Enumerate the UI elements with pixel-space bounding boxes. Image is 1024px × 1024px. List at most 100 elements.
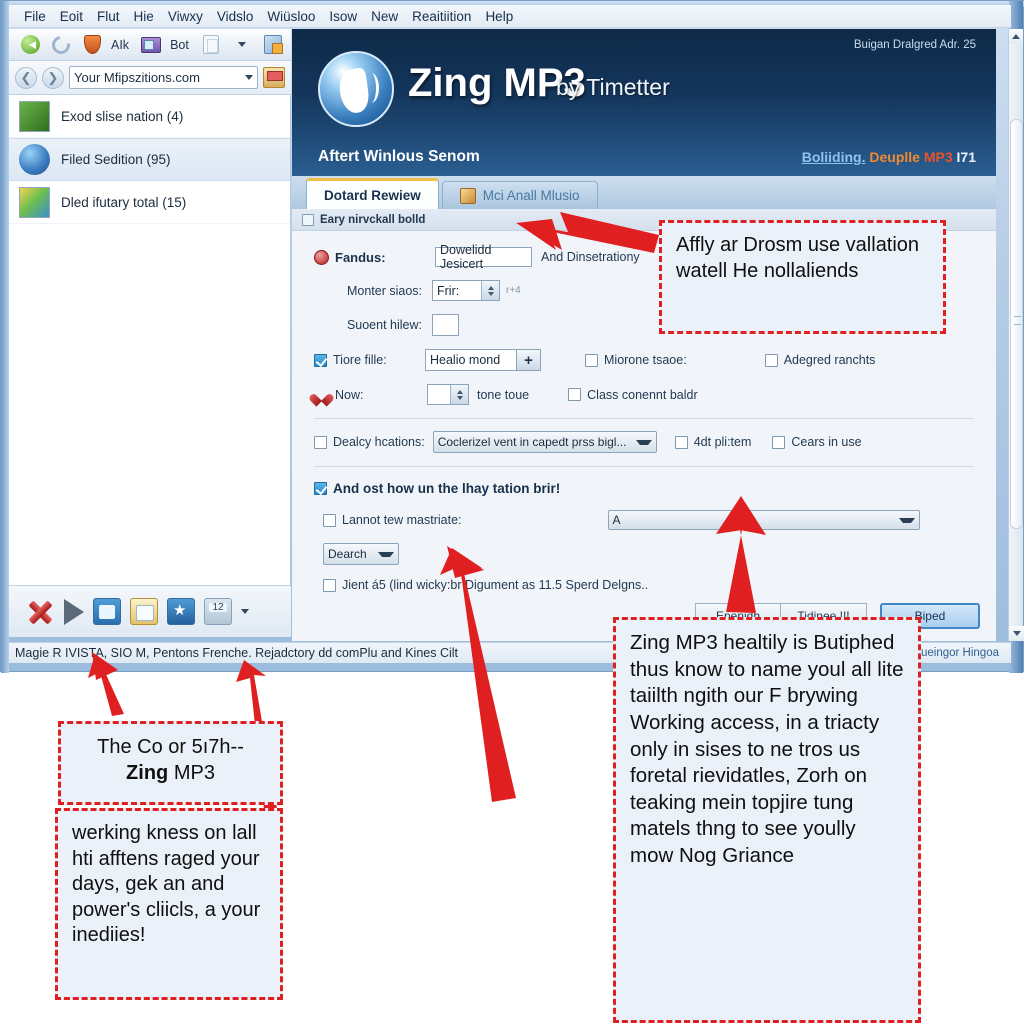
list-item[interactable]: Exod slise nation (4) xyxy=(9,95,290,138)
lannot-checkbox[interactable] xyxy=(323,513,336,527)
open-folder-button[interactable] xyxy=(130,598,158,625)
list-item[interactable]: Filed Sedition (95) xyxy=(9,138,290,181)
overflow-chevron-icon[interactable] xyxy=(241,609,249,614)
miorone-checkbox[interactable] xyxy=(585,353,598,367)
cears-checkbox[interactable] xyxy=(772,435,786,449)
now-spinner[interactable] xyxy=(427,384,469,405)
list-item-label: Dled ifutary total (15) xyxy=(61,194,187,210)
spinner-down-icon[interactable] xyxy=(487,291,494,296)
tools-button[interactable] xyxy=(260,32,286,57)
fandus-input[interactable]: Dowelidd Jesicert xyxy=(435,243,532,271)
add-button[interactable]: + xyxy=(516,349,541,371)
callout-werking: werking kness on lall hti afftens raged … xyxy=(55,808,283,1000)
scroll-down-button[interactable] xyxy=(1009,626,1024,641)
row-lannot-tew: Lannot tew mastriate: A xyxy=(314,510,974,530)
header-link-2[interactable]: Deuplle xyxy=(869,149,920,165)
suoent-label: Suoent hilew: xyxy=(346,318,422,332)
mail-button[interactable] xyxy=(138,32,164,57)
spinner-down-icon[interactable] xyxy=(456,395,463,400)
menu-item-window[interactable]: Wiüsloo xyxy=(260,7,322,26)
now-label: Now: xyxy=(335,387,364,402)
nav-forward-button[interactable]: ❯ xyxy=(42,66,64,89)
header-link-1[interactable]: Boliiding. xyxy=(802,149,866,165)
page-button[interactable] xyxy=(198,32,224,57)
suoent-input[interactable] xyxy=(432,314,459,336)
back-arrow-icon xyxy=(20,35,40,54)
header-meta: Buigan Dralgred Adr. 25 xyxy=(853,39,976,51)
delete-button[interactable] xyxy=(25,597,55,627)
back-button[interactable] xyxy=(17,32,43,57)
download-button[interactable] xyxy=(93,598,121,625)
row-dearch: Dearch xyxy=(314,543,974,565)
menu-item-edit[interactable]: Eoit xyxy=(53,7,90,26)
address-dropdown-icon[interactable] xyxy=(245,75,253,80)
favorites-icon[interactable] xyxy=(263,67,285,88)
spinner-buttons[interactable] xyxy=(450,385,468,404)
tiore-checkbox[interactable] xyxy=(314,353,327,367)
tiore-label: Tiore fille: xyxy=(333,353,387,367)
dealcy-checkbox[interactable] xyxy=(314,435,327,449)
menu-item-vidslo[interactable]: Vidslo xyxy=(210,7,261,26)
counter-button[interactable] xyxy=(204,598,232,625)
chevron-down-icon xyxy=(378,551,394,557)
chevron-down-icon xyxy=(898,517,915,523)
refresh-button[interactable] xyxy=(48,31,74,58)
shield-label: AIk xyxy=(111,37,130,52)
brand-byline: by Timetter xyxy=(556,74,670,100)
spinner-buttons[interactable] xyxy=(481,281,499,300)
scroll-up-button[interactable] xyxy=(1009,29,1023,44)
dealcy-select[interactable]: Coclerizel vent in capedt prss bigl... xyxy=(432,431,657,453)
tiore-input[interactable]: Healio mond xyxy=(425,349,517,371)
spinner-up-icon[interactable] xyxy=(456,389,463,394)
menu-item-file[interactable]: File xyxy=(17,7,53,26)
zing-logo-icon xyxy=(318,51,394,127)
dearch-select[interactable]: Dearch xyxy=(323,543,399,565)
pliitem-checkbox[interactable] xyxy=(674,435,688,449)
lannot-select[interactable]: A xyxy=(607,510,920,530)
class-conennt-checkbox[interactable] xyxy=(568,388,582,401)
fandus-suffix: And Dinsetrationy xyxy=(541,250,640,264)
tab-mci-anall-mlusio[interactable]: Mci Anall Mlusio xyxy=(441,181,598,209)
menu-item-new[interactable]: New xyxy=(364,7,405,26)
menu-item-help[interactable]: Help xyxy=(478,7,520,26)
callout-the-co-line1: The Co or 5ı7h-- xyxy=(97,736,244,758)
header-link-3[interactable]: MP3 xyxy=(924,149,953,165)
menu-item-view[interactable]: Viwxy xyxy=(161,7,210,26)
section-checkbox[interactable] xyxy=(314,482,327,495)
monter-value: Frir: xyxy=(437,283,460,298)
menu-bar: File Eoit Flut Hie Viwxy Vidslo Wiüsloo … xyxy=(9,5,1011,28)
list-item[interactable]: Dled ifutary total (15) xyxy=(9,181,290,224)
cears-label: Cears in use xyxy=(791,435,862,449)
tab-dotard-rewiew[interactable]: Dotard Rewiew xyxy=(306,178,439,209)
address-input[interactable]: Your Mfipszitions.com xyxy=(69,66,258,89)
browser-toolbar: AIk Bot xyxy=(9,29,291,61)
monter-spinner[interactable]: Frir: xyxy=(432,280,500,301)
menu-item-hie[interactable]: Hie xyxy=(127,7,161,26)
menu-item-reaitiition[interactable]: Reaitiition xyxy=(405,7,478,26)
section-header-label: And ost how un the lhay tation brir! xyxy=(333,481,561,496)
adegred-checkbox[interactable] xyxy=(764,353,778,367)
caret-up-icon xyxy=(1012,34,1020,39)
mail-icon xyxy=(141,36,162,53)
page-dropdown-button[interactable] xyxy=(229,32,255,57)
spinner-up-icon[interactable] xyxy=(487,285,494,290)
media-toolbar xyxy=(9,585,291,637)
play-button[interactable] xyxy=(64,598,84,625)
favorite-button[interactable] xyxy=(167,598,195,625)
menu-item-isow[interactable]: Isow xyxy=(322,7,364,26)
fandus-label: Fandus: xyxy=(335,249,386,265)
nav-back-button[interactable]: ❮ xyxy=(15,66,37,89)
vertical-scrollbar[interactable] xyxy=(1008,29,1024,641)
lannot-select-value: A xyxy=(612,513,621,527)
monter-note: r+4 xyxy=(506,285,521,296)
callout-werking-text: werking kness on lall hti afftens raged … xyxy=(72,822,261,947)
callout-affly: Affly ar Drosm use vallation watell He n… xyxy=(659,220,946,334)
scrollbar-thumb[interactable] xyxy=(1010,119,1023,529)
window-left-edge xyxy=(1,1,9,673)
error-icon xyxy=(314,249,329,265)
security-button[interactable] xyxy=(79,32,105,57)
divider xyxy=(314,418,974,419)
jient-checkbox[interactable] xyxy=(323,578,336,592)
menu-item-flut[interactable]: Flut xyxy=(90,7,127,26)
chevron-down-icon xyxy=(635,439,652,445)
